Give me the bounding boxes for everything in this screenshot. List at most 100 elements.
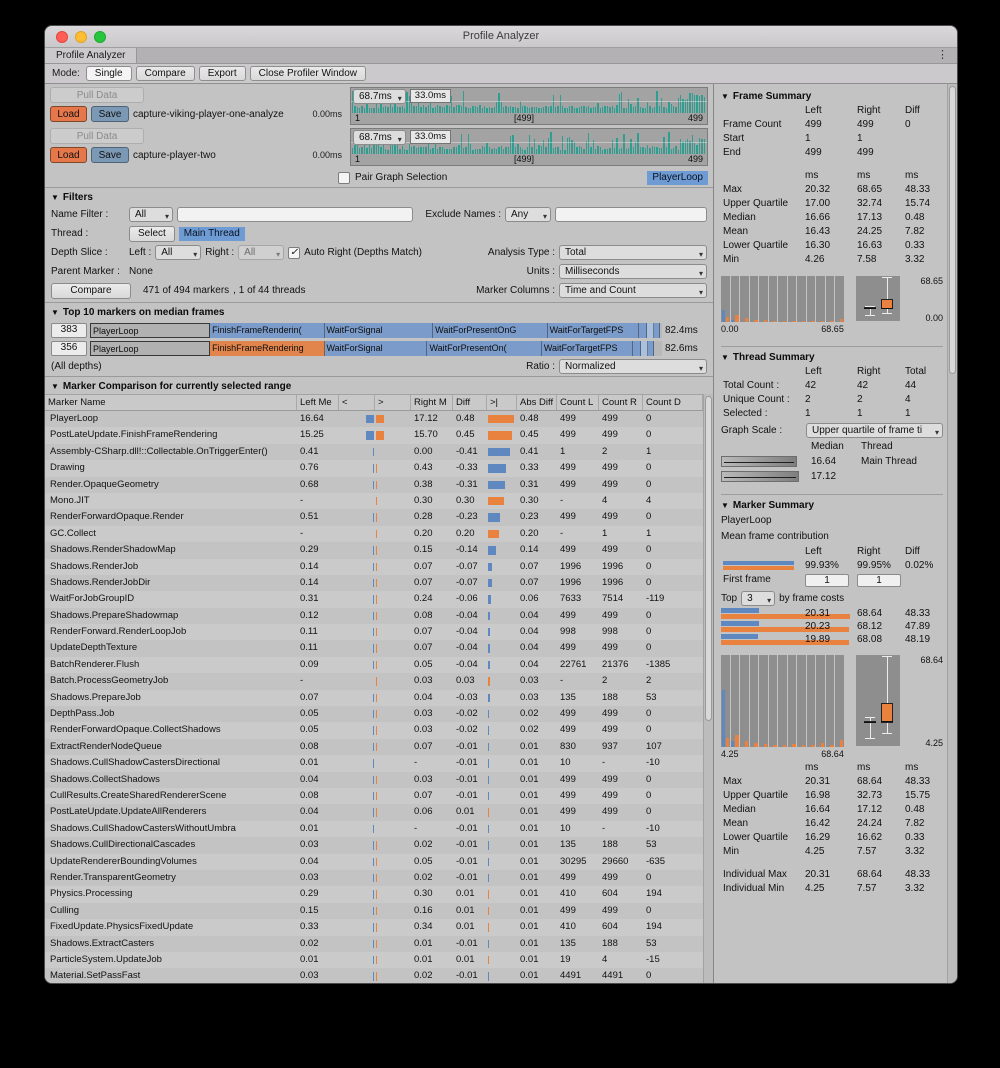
top-cost-row[interactable]: 20.2368.1247.89 (721, 620, 943, 633)
frame-time-bar[interactable] (489, 147, 490, 154)
top-cost-row[interactable]: 19.8968.0848.19 (721, 633, 943, 646)
frame-time-bar[interactable] (550, 106, 551, 113)
frame-time-bar[interactable] (621, 92, 622, 113)
table-row[interactable]: ParticleSystem.UpdateJob0.010.010.010.01… (45, 952, 703, 968)
pull-data-button[interactable]: Pull Data (50, 87, 144, 103)
foldout-icon[interactable]: ▼ (51, 308, 59, 317)
frame-time-bar[interactable] (576, 147, 577, 154)
column-header[interactable]: Right M (411, 395, 453, 410)
scrollbar-thumb[interactable] (949, 86, 956, 374)
frame-time-bar[interactable] (501, 146, 502, 154)
thread-row[interactable]: 17.12 (721, 469, 943, 484)
frame-time-bar[interactable] (597, 146, 598, 154)
column-header[interactable]: Abs Diff (517, 395, 557, 410)
frame-time-bar[interactable] (361, 106, 362, 113)
frame-time-bar[interactable] (385, 106, 386, 113)
titlebar[interactable]: Profile Analyzer (45, 26, 957, 48)
frame-time-bar[interactable] (394, 143, 395, 154)
table-row[interactable]: Shadows.RenderJobDir0.140.07-0.070.07199… (45, 575, 703, 591)
frame-time-bar[interactable] (496, 102, 497, 113)
mode-compare-button[interactable]: Compare (136, 66, 195, 81)
table-row[interactable]: UpdateDepthTexture0.110.07-0.040.0449949… (45, 640, 703, 656)
table-row[interactable]: Shadows.CollectShadows0.040.03-0.010.014… (45, 772, 703, 788)
frame-time-bar[interactable] (545, 106, 546, 113)
units-dropdown[interactable]: Milliseconds (559, 264, 707, 279)
frame-time-bar[interactable] (696, 95, 697, 113)
table-row[interactable]: Shadows.CullShadowCastersDirectional0.01… (45, 755, 703, 771)
frame-time-bar[interactable] (685, 141, 686, 154)
table-row[interactable]: RenderForward.RenderLoopJob0.110.07-0.04… (45, 624, 703, 640)
frame-time-bar[interactable] (597, 103, 598, 113)
frame-time-bar[interactable] (411, 147, 412, 154)
top-cost-row[interactable]: 20.3168.6448.33 (721, 607, 943, 620)
compare-button[interactable]: Compare (51, 283, 131, 299)
marker-segment[interactable]: WaitForSignal (325, 341, 428, 356)
table-row[interactable]: Shadows.RenderShadowMap0.290.15-0.140.14… (45, 542, 703, 558)
frame-time-bar[interactable] (574, 142, 575, 154)
table-row[interactable]: Shadows.PrepareJob0.070.04-0.030.0313518… (45, 690, 703, 706)
auto-right-checkbox[interactable]: ✓ (288, 247, 300, 259)
close-window-button[interactable] (56, 31, 68, 43)
frame-time-bar[interactable] (663, 137, 664, 154)
thread-row[interactable]: 16.64Main Thread (721, 454, 943, 469)
frame-time-bar[interactable] (694, 95, 695, 113)
frame-time-bar[interactable] (510, 106, 511, 113)
marker-segment[interactable]: FinishFrameRenderin( (210, 323, 324, 338)
save-button[interactable]: Save (91, 147, 129, 163)
frame-time-bar[interactable] (583, 106, 584, 113)
frame-time-bar[interactable] (409, 144, 410, 154)
frame-time-bar[interactable] (647, 102, 648, 113)
frame-time-bar[interactable] (413, 146, 414, 154)
frame-time-bar[interactable] (456, 105, 457, 113)
marker-segment[interactable] (648, 341, 654, 356)
frame-time-bar[interactable] (354, 106, 355, 113)
frame-time-bar[interactable] (458, 105, 459, 113)
frame-time-bar[interactable] (515, 147, 516, 154)
analysis-type-dropdown[interactable]: Total (559, 245, 707, 260)
frame-time-bar[interactable] (354, 145, 355, 154)
frame-time-graph[interactable]: 68.7ms 33.0ms 1 [499] 499 (350, 87, 708, 125)
frame-time-bar[interactable] (541, 146, 542, 154)
frame-time-bar[interactable] (616, 138, 617, 154)
table-row[interactable]: RenderForwardOpaque.Render0.510.28-0.230… (45, 509, 703, 525)
frame-time-bar[interactable] (505, 106, 506, 113)
frame-time-bar[interactable] (635, 106, 636, 113)
table-row[interactable]: PlayerLoop16.6417.120.480.484994990 (45, 411, 703, 427)
frame-time-bar[interactable] (449, 106, 450, 113)
frame-time-bar[interactable] (633, 147, 634, 154)
frame-time-bar[interactable] (668, 132, 669, 154)
frame-time-bar[interactable] (640, 147, 641, 154)
frame-time-bar[interactable] (600, 147, 601, 154)
frame-time-bar[interactable] (512, 135, 513, 154)
marker-segment[interactable] (641, 341, 648, 356)
table-row[interactable]: Shadows.CullDirectionalCascades0.030.02-… (45, 837, 703, 853)
frame-time-bar[interactable] (560, 95, 561, 113)
frame-time-bar[interactable] (586, 141, 587, 154)
frame-time-bar[interactable] (675, 146, 676, 154)
table-row[interactable]: Render.OpaqueGeometry0.680.38-0.310.3149… (45, 477, 703, 493)
frame-time-bar[interactable] (668, 102, 669, 113)
tab-profile-analyzer[interactable]: Profile Analyzer (45, 48, 137, 63)
frame-time-bar[interactable] (442, 147, 443, 154)
frame-time-bar[interactable] (380, 147, 381, 154)
name-filter-input[interactable] (177, 207, 413, 222)
table-row[interactable]: PostLateUpdate.FinishFrameRendering15.25… (45, 427, 703, 443)
frame-time-bar[interactable] (562, 106, 563, 113)
graph-range-dropdown[interactable]: 68.7ms (353, 89, 406, 104)
foldout-icon[interactable]: ▼ (721, 92, 729, 101)
frame-time-bar[interactable] (402, 146, 403, 154)
frame-time-bar[interactable] (581, 147, 582, 154)
frame-time-bar[interactable] (656, 147, 657, 154)
frame-time-bar[interactable] (550, 132, 551, 154)
frame-time-bar[interactable] (517, 144, 518, 154)
frame-time-bar[interactable] (623, 134, 624, 154)
column-header[interactable]: Count L (557, 395, 599, 410)
first-frame-left-button[interactable]: 1 (805, 574, 849, 587)
frame-time-bar[interactable] (376, 103, 377, 113)
table-row[interactable]: Assembly-CSharp.dll!::Collectable.OnTrig… (45, 444, 703, 460)
frame-time-bar[interactable] (472, 106, 473, 113)
frame-time-bar[interactable] (510, 136, 511, 154)
frame-time-bar[interactable] (680, 95, 681, 113)
frame-time-bar[interactable] (588, 106, 589, 113)
table-row[interactable]: Culling0.150.160.010.014994990 (45, 903, 703, 919)
